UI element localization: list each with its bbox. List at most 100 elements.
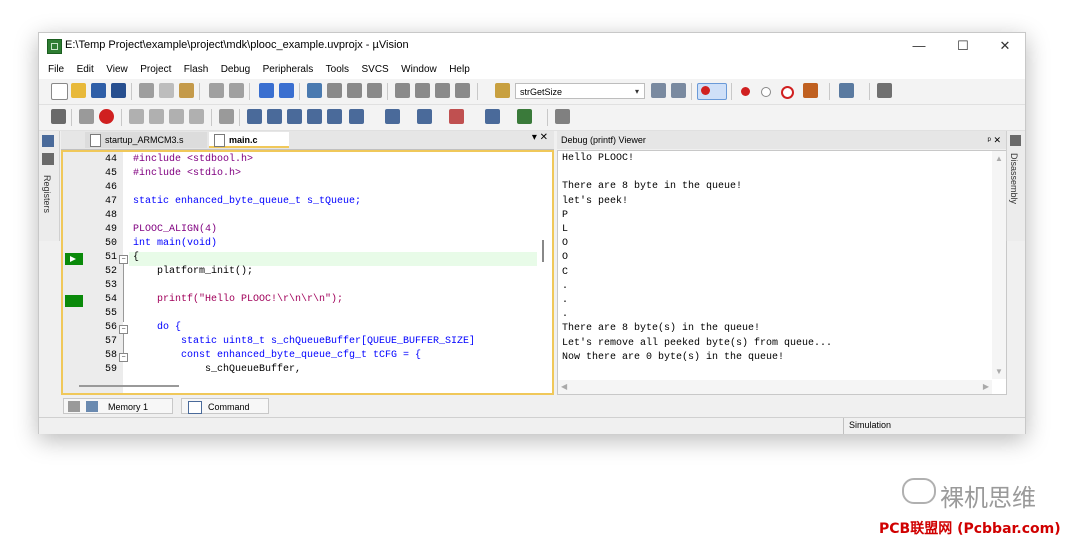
- tab-command[interactable]: Command: [181, 398, 269, 414]
- bottom-tab-strip: Memory 1 Command: [61, 397, 1007, 415]
- editor-hscroll-thumb[interactable]: [79, 385, 179, 387]
- debug-output-line: O: [562, 238, 569, 250]
- menu-debug[interactable]: Debug: [217, 60, 254, 80]
- run-icon[interactable]: [79, 109, 94, 124]
- menu-window[interactable]: Window: [397, 60, 441, 80]
- unindent-icon[interactable]: [415, 83, 430, 98]
- clear-breakpoints-icon[interactable]: [781, 86, 794, 99]
- memory-icon: [86, 401, 98, 412]
- editor-scroll-thumb[interactable]: [542, 240, 544, 262]
- maximize-button[interactable]: ☐: [945, 35, 981, 57]
- save-all-icon[interactable]: [111, 83, 126, 98]
- show-next-statement-icon[interactable]: [219, 109, 234, 124]
- menu-view[interactable]: View: [102, 60, 132, 80]
- registers-tab[interactable]: Registers: [42, 175, 52, 213]
- copy-icon[interactable]: [159, 83, 174, 98]
- serial-window-icon[interactable]: [417, 109, 432, 124]
- reset-cpu-icon[interactable]: [51, 109, 66, 124]
- books-icon[interactable]: [42, 153, 54, 165]
- code-line: s_chQueueBuffer,: [133, 364, 302, 375]
- new-file-icon[interactable]: [51, 83, 68, 100]
- uvision-window: E:\Temp Project\example\project\mdk\ploo…: [38, 32, 1026, 434]
- menu-flash[interactable]: Flash: [180, 60, 212, 80]
- analysis-window-icon[interactable]: [449, 109, 464, 124]
- fold-toggle[interactable]: −: [119, 325, 128, 334]
- nav-forward-icon[interactable]: [279, 83, 294, 98]
- uncomment-icon[interactable]: [455, 83, 470, 98]
- menu-project[interactable]: Project: [136, 60, 175, 80]
- tab-startup-armcm3[interactable]: startup_ARMCM3.s: [85, 132, 207, 148]
- debug-printf-viewer[interactable]: Hello PLOOC! There are 8 byte in the queu…: [557, 150, 1007, 395]
- window-title: E:\Temp Project\example\project\mdk\ploo…: [65, 39, 409, 51]
- project-icon[interactable]: [42, 135, 54, 147]
- tab-main-c[interactable]: main.c: [209, 132, 289, 148]
- comment-icon[interactable]: [435, 83, 450, 98]
- step-into-icon[interactable]: [129, 109, 144, 124]
- disassembly-window-icon[interactable]: [267, 109, 282, 124]
- command-window-icon[interactable]: [247, 109, 262, 124]
- scroll-right-icon[interactable]: ▶: [983, 382, 989, 391]
- system-viewer-icon[interactable]: [517, 109, 532, 124]
- disable-breakpoint-icon[interactable]: [761, 87, 771, 97]
- configure-icon[interactable]: [877, 83, 892, 98]
- redo-icon[interactable]: [229, 83, 244, 98]
- menu-help[interactable]: Help: [445, 60, 474, 80]
- chevron-down-icon[interactable]: ▾: [635, 87, 639, 96]
- line-number: 46: [104, 182, 117, 193]
- nav-back-icon[interactable]: [259, 83, 274, 98]
- step-out-icon[interactable]: [169, 109, 184, 124]
- right-docked-tabs: Disassembly: [1006, 131, 1025, 241]
- bookmark-icon[interactable]: [307, 83, 322, 98]
- tab-memory-1[interactable]: Memory 1: [63, 398, 173, 414]
- stop-icon[interactable]: [99, 109, 114, 124]
- incremental-find-icon[interactable]: [671, 83, 686, 98]
- kill-breakpoints-icon[interactable]: [803, 83, 818, 98]
- close-button[interactable]: ✕: [987, 35, 1023, 57]
- debug-hscroll[interactable]: ◀ ▶: [558, 380, 992, 394]
- symbols-window-icon[interactable]: [287, 109, 302, 124]
- watch-window-icon[interactable]: [349, 109, 364, 124]
- scroll-left-icon[interactable]: ◀: [561, 382, 567, 391]
- menu-svcs[interactable]: SVCS: [357, 60, 392, 80]
- save-icon[interactable]: [91, 83, 106, 98]
- undo-icon[interactable]: [209, 83, 224, 98]
- status-mode: Simulation: [849, 420, 892, 430]
- editor-panel-controls[interactable]: ▾ ✕: [532, 132, 548, 143]
- cut-icon[interactable]: [139, 83, 154, 98]
- open-folder-icon[interactable]: [71, 83, 86, 98]
- trace-window-icon[interactable]: [485, 109, 500, 124]
- breakpoint-icon[interactable]: [741, 87, 750, 96]
- indent-icon[interactable]: [395, 83, 410, 98]
- menu-file[interactable]: File: [44, 60, 68, 80]
- scroll-up-icon[interactable]: ▲: [995, 154, 1003, 163]
- scroll-down-icon[interactable]: ▼: [995, 367, 1003, 376]
- code-editor[interactable]: 44 #include <stdbool.h> 45 #include <stdio.…: [61, 150, 554, 395]
- next-bookmark-icon[interactable]: [347, 83, 362, 98]
- find-in-files-icon[interactable]: [495, 83, 510, 98]
- memory-window-icon[interactable]: [385, 109, 400, 124]
- registers-window-icon[interactable]: [307, 109, 322, 124]
- find-icon[interactable]: [651, 83, 666, 98]
- line-number: 54: [104, 294, 117, 305]
- clear-bookmarks-icon[interactable]: [367, 83, 382, 98]
- toolbox-icon[interactable]: [555, 109, 570, 124]
- step-over-icon[interactable]: [149, 109, 164, 124]
- call-stack-window-icon[interactable]: [327, 109, 342, 124]
- debug-vscroll[interactable]: ▲ ▼: [992, 151, 1006, 379]
- debug-viewer-controls[interactable]: ᵖ ✕: [988, 131, 1001, 149]
- run-to-cursor-icon[interactable]: [189, 109, 204, 124]
- fold-toggle[interactable]: −: [119, 353, 128, 362]
- disassembly-tab[interactable]: Disassembly: [1009, 153, 1019, 204]
- menu-edit[interactable]: Edit: [73, 60, 98, 80]
- fold-toggle[interactable]: −: [119, 255, 128, 264]
- minimize-button[interactable]: —: [901, 35, 937, 57]
- find-combo[interactable]: strGetSize: [515, 83, 645, 99]
- menu-tools[interactable]: Tools: [322, 60, 353, 80]
- window-layout-icon[interactable]: [839, 83, 854, 98]
- paste-icon[interactable]: [179, 83, 194, 98]
- line-number: 50: [104, 238, 117, 249]
- prev-bookmark-icon[interactable]: [327, 83, 342, 98]
- menu-peripherals[interactable]: Peripherals: [259, 60, 318, 80]
- command-icon: [188, 401, 202, 414]
- disassembly-icon[interactable]: [1010, 135, 1021, 146]
